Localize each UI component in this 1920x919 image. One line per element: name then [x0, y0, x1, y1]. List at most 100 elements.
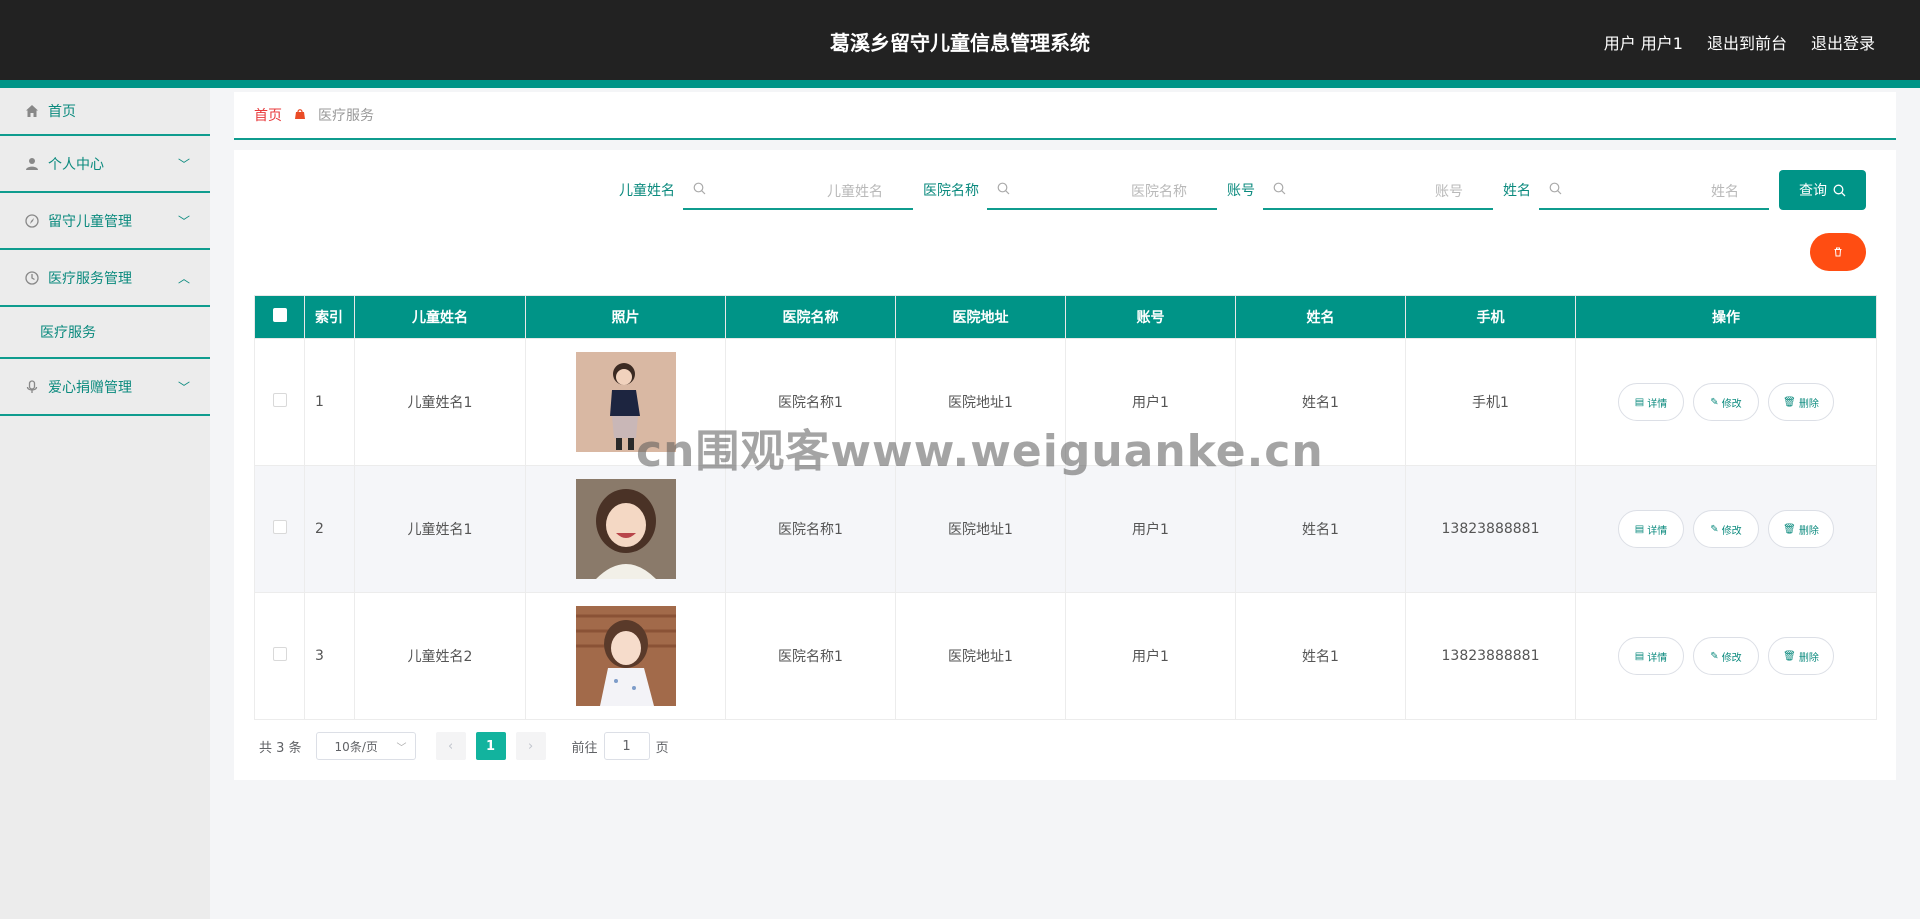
- page-number-current[interactable]: 1: [475, 732, 506, 760]
- sidebar-item-label: 留守儿童管理: [48, 213, 132, 230]
- column-header: 账号: [1065, 295, 1236, 339]
- cell-account: 用户1: [1065, 592, 1236, 720]
- chevron-up-icon: ︿: [177, 271, 190, 285]
- sidebar-item-home[interactable]: 首页: [0, 88, 210, 136]
- search-form: 儿童姓名 儿童姓名 医院名称 医院名称 账号 账号 姓名 姓名 查询: [609, 170, 1866, 210]
- mic-icon: [24, 379, 40, 395]
- chevron-down-icon: ﹀: [177, 214, 190, 228]
- home-icon: [24, 103, 40, 119]
- hospital-name-input[interactable]: 医院名称: [987, 170, 1217, 210]
- table-row: 2 儿童姓名1 医院名称1 医院地址1 用户1 姓名1 13823888881 …: [254, 465, 1877, 593]
- cell-index: 1: [304, 338, 355, 466]
- goto-prefix: 前往: [571, 740, 598, 756]
- edit-button[interactable]: ✎ 修改: [1693, 383, 1759, 421]
- delete-button[interactable]: 🗑 删除: [1768, 383, 1834, 421]
- cell-name: 姓名1: [1235, 465, 1406, 593]
- sidebar-subitem-medical-service[interactable]: 医疗服务: [0, 307, 210, 359]
- chevron-down-icon: ﹀: [177, 157, 190, 171]
- sidebar-item-label: 爱心捐赠管理: [48, 379, 132, 396]
- cell-address: 医院地址1: [895, 338, 1066, 466]
- row-checkbox[interactable]: [272, 520, 287, 534]
- row-checkbox[interactable]: [272, 647, 287, 661]
- delete-button[interactable]: 🗑 删除: [1768, 637, 1834, 675]
- next-page-button[interactable]: ›: [515, 732, 546, 760]
- logout-link[interactable]: 退出登录: [1811, 30, 1875, 54]
- sidebar-item-medical[interactable]: 医疗服务管理 ︿: [0, 250, 210, 307]
- cell-hospital: 医院名称1: [725, 592, 896, 720]
- search-icon: [693, 182, 706, 199]
- search-label-account: 账号: [1227, 183, 1255, 199]
- row-checkbox[interactable]: [272, 393, 287, 407]
- breadcrumb: 首页 医疗服务: [234, 92, 1896, 140]
- sidebar-item-donation[interactable]: 爱心捐赠管理 ﹀: [0, 359, 210, 416]
- trash-icon: [1834, 247, 1842, 257]
- child-name-placeholder: 儿童姓名: [827, 184, 883, 200]
- cell-phone: 手机1: [1405, 338, 1576, 466]
- cell-actions: ▤ 详情 ✎ 修改 🗑 删除: [1575, 338, 1877, 466]
- pagination-total: 共 3 条: [259, 740, 302, 756]
- account-input[interactable]: 账号: [1263, 170, 1493, 210]
- cell-index: 2: [304, 465, 355, 593]
- pencil-icon: ✎: [1710, 523, 1719, 535]
- column-header: 医院名称: [725, 295, 896, 339]
- column-header: 儿童姓名: [354, 295, 526, 339]
- trash-icon: 🗑: [1783, 396, 1796, 408]
- cell-child-name: 儿童姓名1: [354, 465, 526, 593]
- account-placeholder: 账号: [1435, 184, 1463, 200]
- select-all-header: [254, 295, 305, 339]
- cell-phone: 13823888881: [1405, 592, 1576, 720]
- document-icon: ▤: [1634, 396, 1645, 408]
- pagination: 共 3 条 10条/页 ﹀ ‹ 1 › 前往 1 页: [259, 732, 669, 760]
- page-size-select[interactable]: 10条/页 ﹀: [315, 732, 416, 760]
- goto-suffix: 页: [655, 740, 669, 756]
- sidebar-item-profile[interactable]: 个人中心 ﹀: [0, 136, 210, 193]
- delete-button[interactable]: 🗑 删除: [1768, 510, 1834, 548]
- sidebar-item-children[interactable]: 留守儿童管理 ﹀: [0, 193, 210, 250]
- exit-to-front-link[interactable]: 退出到前台: [1707, 30, 1787, 54]
- select-all-checkbox[interactable]: [272, 308, 287, 322]
- pencil-icon: ✎: [1710, 396, 1719, 408]
- sidebar: 首页 个人中心 ﹀ 留守儿童管理 ﹀ 医疗服务管理 ︿ 医疗服务 爱心捐赠管理 …: [0, 88, 210, 919]
- breadcrumb-home[interactable]: 首页: [254, 105, 282, 125]
- search-label-hospital: 医院名称: [923, 183, 979, 199]
- bag-icon: [294, 108, 306, 123]
- search-button-label: 查询: [1799, 183, 1827, 199]
- pencil-icon: ✎: [1710, 650, 1719, 662]
- column-header: 索引: [304, 295, 355, 339]
- prev-page-button[interactable]: ‹: [435, 732, 466, 760]
- cell-actions: ▤ 详情 ✎ 修改 🗑 删除: [1575, 465, 1877, 593]
- cell-phone: 13823888881: [1405, 465, 1576, 593]
- edit-button[interactable]: ✎ 修改: [1693, 637, 1759, 675]
- user-icon: [24, 156, 40, 172]
- cell-address: 医院地址1: [895, 592, 1066, 720]
- goto-page-input[interactable]: 1: [603, 732, 650, 760]
- child-name-input[interactable]: 儿童姓名: [683, 170, 913, 210]
- batch-delete-button[interactable]: [1810, 233, 1866, 271]
- cell-hospital: 医院名称1: [725, 338, 896, 466]
- cell-hospital: 医院名称1: [725, 465, 896, 593]
- top-header: 葛溪乡留守儿童信息管理系统 用户 用户1 退出到前台 退出登录: [0, 0, 1920, 80]
- name-placeholder: 姓名: [1711, 184, 1739, 200]
- cell-address: 医院地址1: [895, 465, 1066, 593]
- search-button[interactable]: 查询: [1779, 170, 1866, 210]
- cell-child-name: 儿童姓名1: [354, 338, 526, 466]
- detail-button[interactable]: ▤ 详情: [1618, 383, 1684, 421]
- top-actions: 用户 用户1 退出到前台 退出登录: [1604, 30, 1875, 54]
- detail-button[interactable]: ▤ 详情: [1618, 637, 1684, 675]
- column-header: 手机: [1405, 295, 1576, 339]
- cell-account: 用户1: [1065, 465, 1236, 593]
- cell-actions: ▤ 详情 ✎ 修改 🗑 删除: [1575, 592, 1877, 720]
- current-user-label[interactable]: 用户 用户1: [1604, 30, 1683, 54]
- edit-button[interactable]: ✎ 修改: [1693, 510, 1759, 548]
- cell-account: 用户1: [1065, 338, 1236, 466]
- breadcrumb-current: 医疗服务: [318, 108, 374, 124]
- search-label-name: 姓名: [1503, 183, 1531, 199]
- detail-button[interactable]: ▤ 详情: [1618, 510, 1684, 548]
- child-photo: [575, 479, 676, 579]
- cell-photo: [525, 465, 726, 593]
- name-input[interactable]: 姓名: [1539, 170, 1769, 210]
- table-header-row: 索引 儿童姓名 照片 医院名称 医院地址 账号 姓名 手机 操作: [254, 295, 1877, 339]
- table-row: 3 儿童姓名2 医院名称1 医院地址1 用户1 姓名1 13823888881 …: [254, 592, 1877, 720]
- child-photo: [575, 352, 676, 452]
- document-icon: ▤: [1634, 650, 1645, 662]
